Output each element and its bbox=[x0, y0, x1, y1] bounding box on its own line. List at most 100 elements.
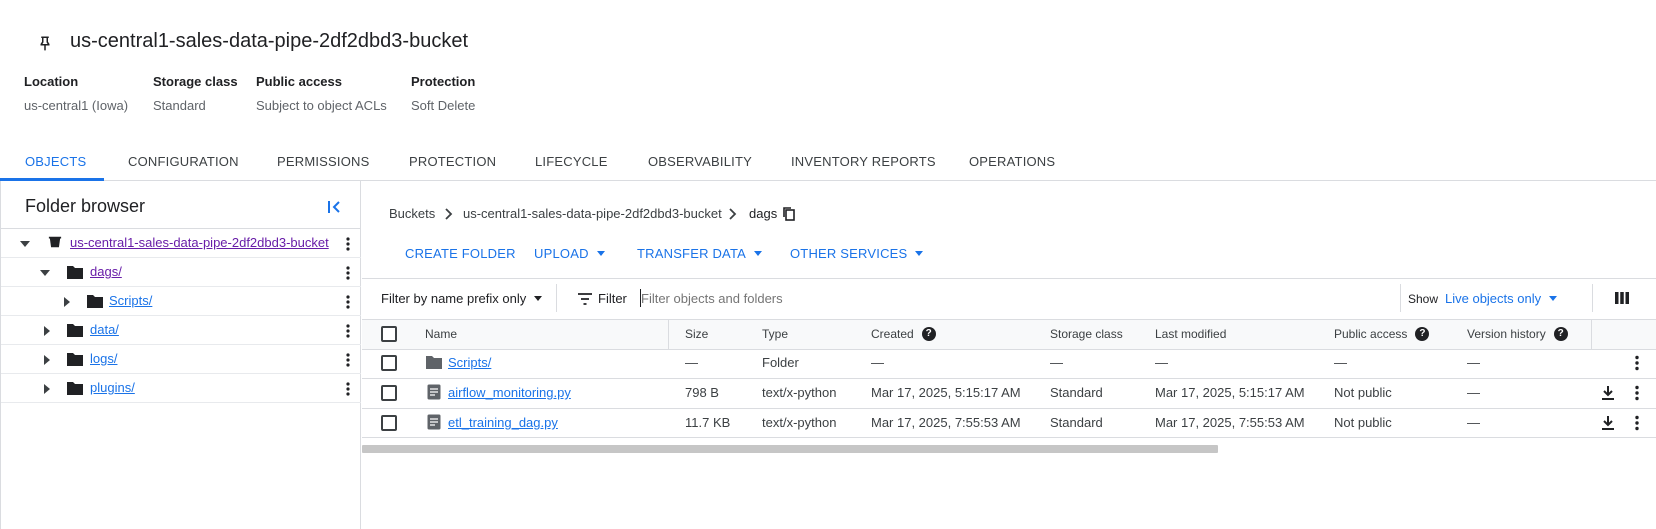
object-name-link[interactable]: Scripts/ bbox=[448, 355, 491, 370]
more-vert-icon[interactable] bbox=[340, 381, 356, 397]
protection-label: Protection bbox=[411, 74, 476, 89]
column-version-history[interactable]: Version history? bbox=[1467, 326, 1568, 342]
cell-created: Mar 17, 2025, 5:15:17 AM bbox=[871, 385, 1021, 400]
table-row[interactable] bbox=[362, 350, 1656, 378]
tree-item-label[interactable]: plugins/ bbox=[90, 380, 135, 395]
column-public-access[interactable]: Public access? bbox=[1334, 326, 1430, 342]
tab-lifecycle[interactable]: LIFECYCLE bbox=[535, 154, 608, 169]
horizontal-scrollbar[interactable] bbox=[362, 445, 1218, 453]
tree-item-scripts[interactable]: Scripts/ bbox=[1, 287, 361, 316]
more-vert-icon[interactable] bbox=[1628, 414, 1646, 432]
more-vert-icon[interactable] bbox=[340, 265, 356, 281]
public-access-label: Public access bbox=[256, 74, 342, 89]
caret-down-icon[interactable] bbox=[19, 238, 31, 250]
tree-item-label[interactable]: us-central1-sales-data-pipe-2df2dbd3-buc… bbox=[70, 235, 329, 250]
file-icon bbox=[427, 384, 441, 400]
folder-icon bbox=[67, 324, 83, 337]
download-icon[interactable] bbox=[1599, 384, 1617, 402]
tree-item-bucket[interactable]: us-central1-sales-data-pipe-2df2dbd3-buc… bbox=[1, 229, 361, 258]
column-name[interactable]: Name bbox=[425, 327, 457, 341]
cell-last-modified: Mar 17, 2025, 7:55:53 AM bbox=[1155, 415, 1305, 430]
more-vert-icon[interactable] bbox=[340, 352, 356, 368]
column-type[interactable]: Type bbox=[762, 327, 788, 341]
cell-version-history: — bbox=[1467, 385, 1480, 400]
collapse-panel-icon[interactable] bbox=[325, 197, 345, 217]
tree-item-label[interactable]: dags/ bbox=[90, 264, 122, 279]
caret-right-icon[interactable] bbox=[41, 383, 53, 395]
folder-icon bbox=[67, 382, 83, 395]
cell-storage-class: Standard bbox=[1050, 385, 1103, 400]
tab-inventory-reports[interactable]: INVENTORY REPORTS bbox=[791, 154, 936, 169]
show-select[interactable]: Live objects only bbox=[1445, 291, 1558, 306]
caret-right-icon[interactable] bbox=[61, 296, 73, 308]
transfer-data-button[interactable]: TRANSFER DATA bbox=[637, 246, 763, 261]
tab-observability[interactable]: OBSERVABILITY bbox=[648, 154, 752, 169]
caret-right-icon[interactable] bbox=[41, 325, 53, 337]
cell-public-access: Not public bbox=[1334, 385, 1392, 400]
transfer-data-label: TRANSFER DATA bbox=[637, 246, 747, 261]
more-vert-icon[interactable] bbox=[340, 294, 356, 310]
tree-item-plugins[interactable]: plugins/ bbox=[1, 374, 361, 403]
column-created-label: Created bbox=[871, 327, 914, 341]
help-icon[interactable]: ? bbox=[1415, 326, 1430, 341]
upload-label: UPLOAD bbox=[534, 246, 589, 261]
divider bbox=[1592, 284, 1593, 312]
divider bbox=[1400, 284, 1401, 312]
column-divider bbox=[1591, 319, 1592, 349]
page-title: us-central1-sales-data-pipe-2df2dbd3-buc… bbox=[70, 30, 469, 52]
table-header bbox=[362, 320, 1656, 349]
tab-configuration[interactable]: CONFIGURATION bbox=[128, 154, 239, 169]
column-size[interactable]: Size bbox=[685, 327, 708, 341]
row-checkbox[interactable] bbox=[381, 385, 397, 401]
other-services-button[interactable]: OTHER SERVICES bbox=[790, 246, 924, 261]
storage-class-label: Storage class bbox=[153, 74, 238, 89]
tree-item-logs[interactable]: logs/ bbox=[1, 345, 361, 374]
column-last-modified[interactable]: Last modified bbox=[1155, 327, 1226, 341]
filter-icon[interactable] bbox=[577, 292, 593, 306]
tab-operations[interactable]: OPERATIONS bbox=[969, 154, 1055, 169]
column-storage-class[interactable]: Storage class bbox=[1050, 327, 1123, 341]
other-services-label: OTHER SERVICES bbox=[790, 246, 908, 261]
dropdown-arrow-icon bbox=[754, 251, 763, 257]
caret-right-icon[interactable] bbox=[41, 354, 53, 366]
cell-storage-class: — bbox=[1050, 355, 1063, 370]
download-icon[interactable] bbox=[1599, 414, 1617, 432]
more-vert-icon[interactable] bbox=[340, 323, 356, 339]
column-display-icon[interactable] bbox=[1614, 291, 1630, 305]
select-all-checkbox[interactable] bbox=[381, 326, 397, 342]
tree-item-label[interactable]: data/ bbox=[90, 322, 119, 337]
tree-item-label[interactable]: Scripts/ bbox=[109, 293, 152, 308]
filter-mode-select[interactable]: Filter by name prefix only bbox=[381, 291, 543, 306]
row-checkbox[interactable] bbox=[381, 415, 397, 431]
cell-last-modified: — bbox=[1155, 355, 1168, 370]
object-name-link[interactable]: airflow_monitoring.py bbox=[448, 385, 571, 400]
tab-bar: OBJECTS CONFIGURATION PERMISSIONS PROTEC… bbox=[0, 141, 1656, 181]
more-vert-icon[interactable] bbox=[1628, 384, 1646, 402]
cell-version-history: — bbox=[1467, 355, 1480, 370]
more-vert-icon[interactable] bbox=[340, 236, 356, 252]
caret-down-icon[interactable] bbox=[39, 267, 51, 279]
filter-input[interactable] bbox=[641, 287, 1381, 309]
folder-icon bbox=[426, 356, 442, 369]
breadcrumb-buckets[interactable]: Buckets bbox=[389, 206, 435, 221]
tree-item-data[interactable]: data/ bbox=[1, 316, 361, 345]
tab-objects[interactable]: OBJECTS bbox=[25, 154, 86, 169]
breadcrumb-bucket[interactable]: us-central1-sales-data-pipe-2df2dbd3-buc… bbox=[463, 206, 722, 221]
tab-protection[interactable]: PROTECTION bbox=[409, 154, 496, 169]
upload-button[interactable]: UPLOAD bbox=[534, 246, 605, 261]
row-checkbox[interactable] bbox=[381, 355, 397, 371]
help-icon[interactable]: ? bbox=[1553, 326, 1568, 341]
tree-item-label[interactable]: logs/ bbox=[90, 351, 117, 366]
dropdown-arrow-icon bbox=[534, 296, 543, 302]
object-name-link[interactable]: etl_training_dag.py bbox=[448, 415, 558, 430]
tab-permissions[interactable]: PERMISSIONS bbox=[277, 154, 370, 169]
copy-icon[interactable] bbox=[781, 206, 797, 222]
help-icon[interactable]: ? bbox=[921, 326, 936, 341]
column-divider[interactable] bbox=[668, 319, 669, 349]
tree-item-dags[interactable]: dags/ bbox=[1, 258, 361, 287]
dropdown-arrow-icon bbox=[596, 251, 605, 257]
column-created[interactable]: Created? bbox=[871, 326, 936, 342]
more-vert-icon[interactable] bbox=[1628, 354, 1646, 372]
pin-icon[interactable] bbox=[36, 35, 54, 53]
create-folder-button[interactable]: CREATE FOLDER bbox=[405, 246, 516, 261]
